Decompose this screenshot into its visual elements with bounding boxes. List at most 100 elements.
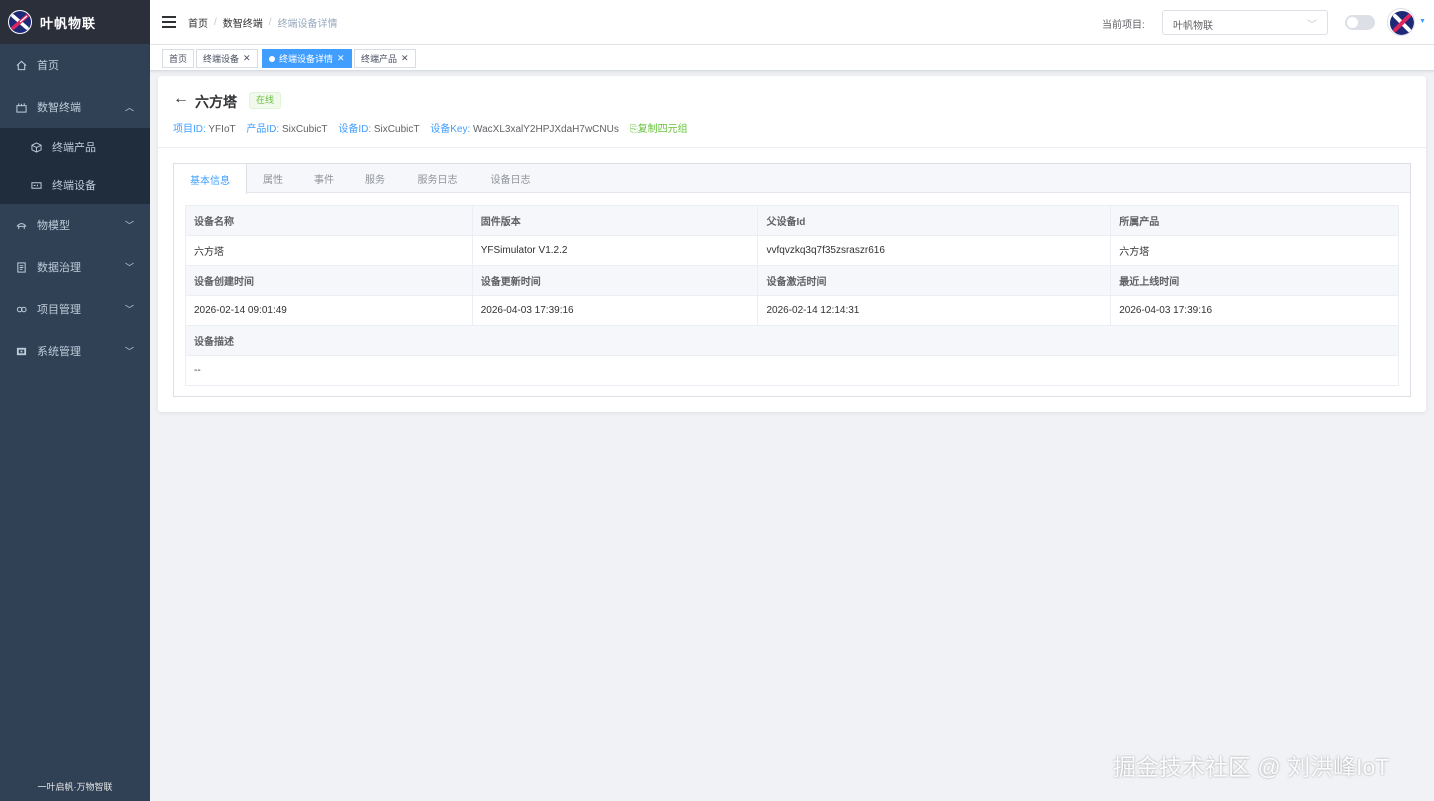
status-badge: 在线: [249, 92, 282, 109]
menu-toggle-icon[interactable]: [162, 16, 176, 28]
caret-down-icon[interactable]: ▼: [1419, 18, 1426, 25]
device-id-key: 设备ID:: [338, 124, 372, 135]
cube-icon: [30, 141, 42, 153]
label-activated-time: 设备激活时间: [757, 265, 1112, 296]
device-id-value: SixCubicT: [373, 124, 420, 135]
tab-basic-info[interactable]: 基本信息: [174, 164, 247, 194]
value-firmware-version: YFSimulator V1.2.2: [471, 235, 759, 266]
table-row: --: [185, 355, 1399, 386]
tag-label: 终端设备详情: [279, 54, 334, 64]
sidebar: 叶帆物联 首页 数智终端 ︿ 终端产品 终端设备 物模型 ﹀ 数据治理 ﹀ 项目…: [0, 0, 150, 801]
device-info-table: 设备名称 固件版本 父设备Id 所属产品 六方塔 YFSimulator V1.…: [185, 205, 1399, 386]
label-device-name: 设备名称: [185, 205, 473, 236]
top-navbar: 首页 / 数智终端 / 终端设备详情 当前项目: 叶帆物联 ﹀ ▼: [150, 0, 1434, 45]
value-device-description: --: [185, 355, 1399, 386]
breadcrumb-separator: /: [268, 16, 272, 28]
chevron-down-icon: ﹀: [124, 220, 134, 231]
project-select[interactable]: 叶帆物联 ﹀: [1162, 10, 1328, 35]
theme-toggle[interactable]: [1345, 15, 1375, 30]
project-label: 当前项目:: [1102, 20, 1145, 31]
back-arrow-icon[interactable]: ←: [173, 90, 189, 108]
chevron-down-icon: ﹀: [124, 346, 134, 357]
tab-events[interactable]: 事件: [299, 164, 349, 193]
value-product: 六方塔: [1110, 235, 1399, 266]
close-icon[interactable]: ✕: [337, 53, 345, 64]
brand-title: 叶帆物联: [40, 15, 97, 31]
tag-home[interactable]: 首页: [162, 49, 195, 68]
label-firmware-version: 固件版本: [471, 205, 759, 236]
brand-logo-icon: [8, 10, 32, 34]
label-updated-time: 设备更新时间: [471, 265, 759, 296]
label-created-time: 设备创建时间: [185, 265, 473, 296]
logo[interactable]: 叶帆物联: [0, 0, 150, 44]
sidebar-item-label: 系统管理: [37, 346, 81, 358]
home-icon: [15, 59, 27, 71]
chevron-down-icon: ﹀: [124, 262, 134, 273]
avatar[interactable]: [1387, 8, 1415, 36]
project-select-value: 叶帆物联: [1173, 21, 1213, 32]
breadcrumb-terminal[interactable]: 数智终端: [223, 15, 263, 30]
toggle-knob: [1347, 17, 1358, 28]
table-row: 2026-02-14 09:01:49 2026-04-03 17:39:16 …: [185, 295, 1399, 326]
sidebar-item-label: 数据治理: [37, 262, 81, 274]
sidebar-item-data-governance[interactable]: 数据治理 ﹀: [0, 246, 150, 288]
device-meta: 项目ID: YFIoT 产品ID: SixCubicT 设备ID: SixCub…: [173, 120, 688, 135]
sidebar-item-home[interactable]: 首页: [0, 44, 150, 86]
table-row: 设备描述: [185, 325, 1399, 356]
close-icon[interactable]: ✕: [401, 53, 409, 64]
detail-tabs: 基本信息 属性 事件 服务 服务日志 设备日志 设备名称 固件版本 父设备Id …: [173, 163, 1411, 397]
table-row: 设备名称 固件版本 父设备Id 所属产品: [185, 205, 1399, 236]
value-updated-time: 2026-04-03 17:39:16: [471, 295, 759, 326]
watermark: 掘金技术社区 @ 刘洪峰IoT: [1113, 754, 1390, 780]
sidebar-item-terminal-device[interactable]: 终端设备: [0, 166, 150, 204]
breadcrumb-home[interactable]: 首页: [188, 15, 208, 30]
tab-properties[interactable]: 属性: [247, 164, 299, 193]
sidebar-item-label: 物模型: [37, 220, 70, 232]
device-detail-card: ← 六方塔 在线 项目ID: YFIoT 产品ID: SixCubicT 设备I…: [158, 76, 1426, 412]
tag-terminal-device[interactable]: 终端设备 ✕: [196, 49, 258, 68]
device-icon: [30, 179, 42, 191]
sidebar-footer: 一叶启帆·万物智联: [37, 782, 113, 792]
system-icon: [15, 345, 27, 357]
product-id-value: SixCubicT: [281, 124, 328, 135]
copy-label: 复制四元组: [637, 124, 688, 135]
sidebar-item-terminal-product[interactable]: 终端产品: [0, 128, 150, 166]
data-icon: [15, 261, 27, 273]
label-device-description: 设备描述: [185, 325, 1399, 356]
label-product: 所属产品: [1110, 205, 1399, 236]
tag-label: 首页: [169, 54, 188, 64]
value-activated-time: 2026-02-14 12:14:31: [757, 295, 1112, 326]
close-icon[interactable]: ✕: [243, 53, 251, 64]
device-key-value: WacXL3xalY2HPJXdaH7wCNUs: [473, 124, 619, 135]
submenu-terminal: 终端产品 终端设备: [0, 128, 150, 204]
sidebar-item-terminal[interactable]: 数智终端 ︿: [0, 86, 150, 128]
tab-service-logs[interactable]: 服务日志: [401, 164, 474, 193]
device-header: ← 六方塔 在线 项目ID: YFIoT 产品ID: SixCubicT 设备I…: [158, 76, 1426, 148]
sidebar-item-thing-model[interactable]: 物模型 ﹀: [0, 204, 150, 246]
value-last-online-time: 2026-04-03 17:39:16: [1110, 295, 1399, 326]
device-name-title: 六方塔: [195, 94, 237, 110]
tab-services[interactable]: 服务: [349, 164, 401, 193]
value-device-name: 六方塔: [185, 235, 473, 266]
label-last-online-time: 最近上线时间: [1110, 265, 1399, 296]
sidebar-item-label: 终端产品: [52, 142, 96, 154]
chevron-down-icon: ﹀: [1307, 20, 1317, 31]
table-row: 六方塔 YFSimulator V1.2.2 vvfqvzkq3q7f35zsr…: [185, 235, 1399, 266]
chevron-up-icon: ︿: [124, 102, 134, 113]
copy-quadruple-button[interactable]: ⎘复制四元组: [630, 124, 688, 135]
tab-device-logs[interactable]: 设备日志: [474, 164, 547, 193]
label-parent-device-id: 父设备Id: [757, 205, 1112, 236]
breadcrumb: 首页 / 数智终端 / 终端设备详情: [188, 15, 338, 30]
sidebar-item-label: 终端设备: [52, 180, 96, 192]
breadcrumb-current: 终端设备详情: [277, 18, 338, 30]
tags-view: 首页 终端设备 ✕ 终端设备详情 ✕ 终端产品 ✕: [150, 45, 1434, 71]
tag-label: 终端产品: [361, 54, 398, 64]
device-key-key: 设备Key:: [430, 124, 471, 135]
sidebar-item-system-management[interactable]: 系统管理 ﹀: [0, 330, 150, 372]
tag-terminal-product[interactable]: 终端产品 ✕: [354, 49, 416, 68]
tabs-header: 基本信息 属性 事件 服务 服务日志 设备日志: [174, 164, 1410, 194]
tag-terminal-device-detail[interactable]: 终端设备详情 ✕: [262, 49, 352, 68]
terminal-icon: [15, 101, 27, 113]
project-icon: [15, 303, 27, 315]
sidebar-item-project-management[interactable]: 项目管理 ﹀: [0, 288, 150, 330]
